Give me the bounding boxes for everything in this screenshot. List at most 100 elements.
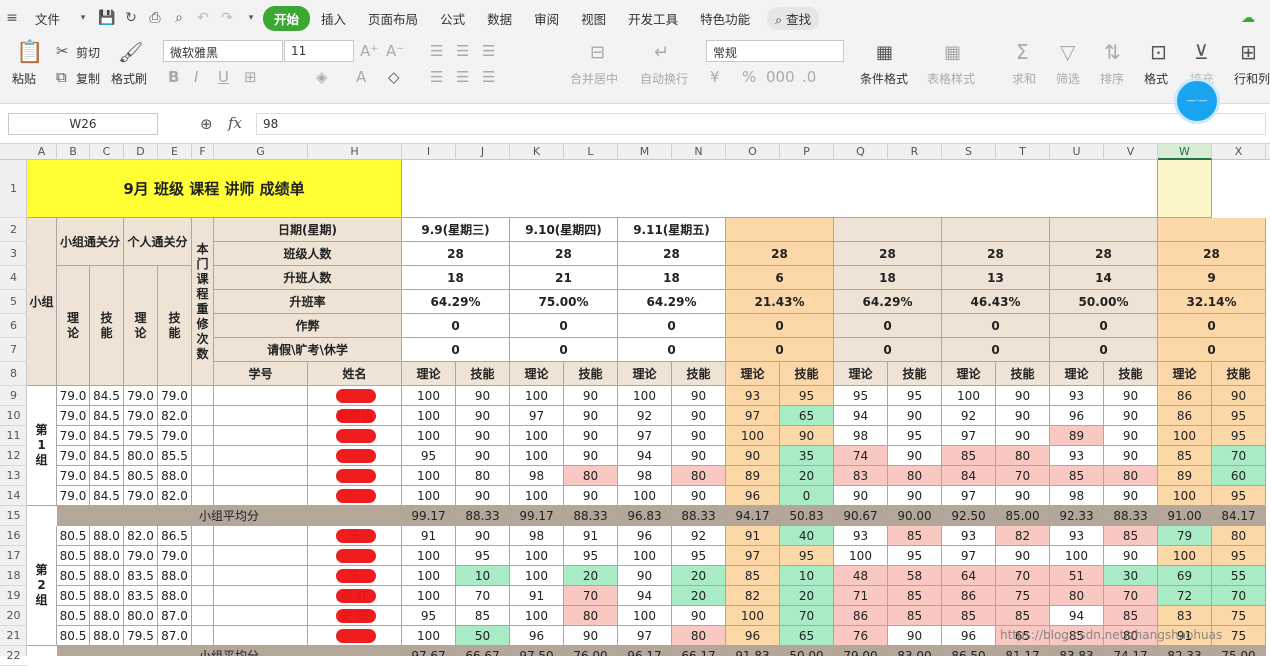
column-header-A[interactable]: A xyxy=(27,144,57,160)
personal-pass-header[interactable]: 个人通关分 xyxy=(124,218,192,266)
score-cell[interactable]: 92 xyxy=(618,406,672,426)
score-cell[interactable]: 98 xyxy=(618,466,672,486)
student-skill[interactable]: 88.0 xyxy=(158,586,192,606)
day-leave[interactable]: 0 xyxy=(1050,338,1158,362)
thousands-icon[interactable]: 000 xyxy=(766,68,795,86)
paste-button[interactable]: 粘贴 xyxy=(12,70,36,87)
score-cell[interactable]: 89 xyxy=(1158,466,1212,486)
day-dates[interactable]: 9.11(星期五) xyxy=(618,218,726,242)
fx-icon[interactable]: fx xyxy=(228,114,242,132)
day-leave[interactable]: 0 xyxy=(510,338,618,362)
day-dates[interactable]: 9.10(星期四) xyxy=(510,218,618,242)
score-cell[interactable]: 97 xyxy=(942,546,996,566)
student-group-skill[interactable]: 84.5 xyxy=(90,386,124,406)
skill-col-header[interactable]: 技能 xyxy=(672,362,726,386)
theory-col-header[interactable]: 理论 xyxy=(510,362,564,386)
column-header-H[interactable]: H xyxy=(308,144,402,160)
score-cell[interactable]: 86 xyxy=(1158,406,1212,426)
score-cell[interactable]: 70 xyxy=(456,586,510,606)
score-cell[interactable]: 100 xyxy=(618,606,672,626)
score-cell[interactable]: 58 xyxy=(888,566,942,586)
student-retake[interactable] xyxy=(192,466,214,486)
student-group-theory[interactable]: 79.0 xyxy=(57,466,90,486)
student-group-skill[interactable]: 88.0 xyxy=(90,586,124,606)
font-grow-icon[interactable]: A⁺ xyxy=(360,42,378,60)
group-pass-header[interactable]: 小组通关分 xyxy=(57,218,124,266)
score-cell[interactable]: 96 xyxy=(618,526,672,546)
day-dates[interactable] xyxy=(942,218,1050,242)
rowcol-button[interactable]: 行和列 xyxy=(1234,70,1270,87)
sheet-title[interactable]: 9月 班级 课程 讲师 成绩单 xyxy=(27,160,402,218)
score-cell[interactable]: 82 xyxy=(996,526,1050,546)
score-cell[interactable]: 100 xyxy=(726,606,780,626)
score-cell[interactable]: 90 xyxy=(726,446,780,466)
day-promoted[interactable]: 18 xyxy=(618,266,726,290)
group-average-value[interactable]: 96.83 xyxy=(618,506,672,526)
day-leave[interactable]: 0 xyxy=(942,338,1050,362)
column-header-O[interactable]: O xyxy=(726,144,780,160)
student-group-skill[interactable]: 88.0 xyxy=(90,526,124,546)
student-retake[interactable] xyxy=(192,546,214,566)
score-cell[interactable]: 94 xyxy=(618,586,672,606)
group-average-value[interactable]: 81.17 xyxy=(996,646,1050,656)
menu-file[interactable]: 文件 xyxy=(24,9,71,28)
score-cell[interactable]: 100 xyxy=(1158,426,1212,446)
score-cell[interactable]: 60 xyxy=(1212,466,1266,486)
score-cell[interactable]: 95 xyxy=(564,546,618,566)
student-id[interactable] xyxy=(214,466,308,486)
score-cell[interactable]: 30 xyxy=(1104,566,1158,586)
cond-format-icon[interactable]: ▦ xyxy=(876,42,893,63)
score-cell[interactable]: 92 xyxy=(672,526,726,546)
student-id[interactable] xyxy=(214,546,308,566)
undo-icon[interactable]: ↶ xyxy=(191,10,215,26)
score-cell[interactable]: 90 xyxy=(1104,426,1158,446)
score-cell[interactable]: 91 xyxy=(510,586,564,606)
score-cell[interactable]: 97 xyxy=(618,426,672,446)
bold-icon[interactable]: B xyxy=(168,68,179,86)
day-promoted[interactable]: 13 xyxy=(942,266,1050,290)
score-cell[interactable]: 100 xyxy=(510,486,564,506)
score-cell[interactable]: 95 xyxy=(402,606,456,626)
column-header-U[interactable]: U xyxy=(1050,144,1104,160)
score-cell[interactable]: 90 xyxy=(618,566,672,586)
save-icon[interactable]: 💾 xyxy=(95,10,119,26)
group-average-value[interactable]: 66.17 xyxy=(672,646,726,656)
group-average-value[interactable]: 50.83 xyxy=(780,506,834,526)
theory-col-header[interactable]: 理论 xyxy=(1050,362,1104,386)
score-cell[interactable]: 90 xyxy=(564,406,618,426)
score-cell[interactable]: 90 xyxy=(1104,486,1158,506)
theory-col-header[interactable]: 理论 xyxy=(402,362,456,386)
score-cell[interactable]: 85 xyxy=(996,606,1050,626)
column-header-K[interactable]: K xyxy=(510,144,564,160)
score-cell[interactable]: 85 xyxy=(888,606,942,626)
student-id[interactable] xyxy=(214,386,308,406)
row-header-8[interactable]: 8 xyxy=(0,362,27,386)
fill-color-icon[interactable]: ◈ xyxy=(316,68,328,86)
score-cell[interactable]: 85 xyxy=(1158,446,1212,466)
student-group-theory[interactable]: 79.0 xyxy=(57,446,90,466)
theory-col-header[interactable]: 理论 xyxy=(1158,362,1212,386)
group-average-value[interactable]: 99.17 xyxy=(402,506,456,526)
score-cell[interactable]: 92 xyxy=(942,406,996,426)
score-cell[interactable]: 90 xyxy=(672,426,726,446)
score-cell[interactable]: 95 xyxy=(888,426,942,446)
score-cell[interactable]: 90 xyxy=(564,446,618,466)
student-id[interactable] xyxy=(214,606,308,626)
day-class_size[interactable]: 28 xyxy=(510,242,618,266)
label-class_size[interactable]: 班级人数 xyxy=(214,242,402,266)
student-skill[interactable]: 87.0 xyxy=(158,626,192,646)
score-cell[interactable]: 70 xyxy=(996,566,1050,586)
score-cell[interactable]: 71 xyxy=(834,586,888,606)
score-cell[interactable]: 90 xyxy=(672,606,726,626)
score-cell[interactable]: 100 xyxy=(402,566,456,586)
score-cell[interactable]: 100 xyxy=(402,486,456,506)
score-cell[interactable]: 100 xyxy=(510,386,564,406)
student-group-theory[interactable]: 80.5 xyxy=(57,566,90,586)
day-class_size[interactable]: 28 xyxy=(942,242,1050,266)
label-rate[interactable]: 升班率 xyxy=(214,290,402,314)
day-promoted[interactable]: 18 xyxy=(834,266,942,290)
score-cell[interactable]: 90 xyxy=(996,546,1050,566)
score-cell[interactable]: 91 xyxy=(564,526,618,546)
column-header-J[interactable]: J xyxy=(456,144,510,160)
day-promoted[interactable]: 6 xyxy=(726,266,834,290)
